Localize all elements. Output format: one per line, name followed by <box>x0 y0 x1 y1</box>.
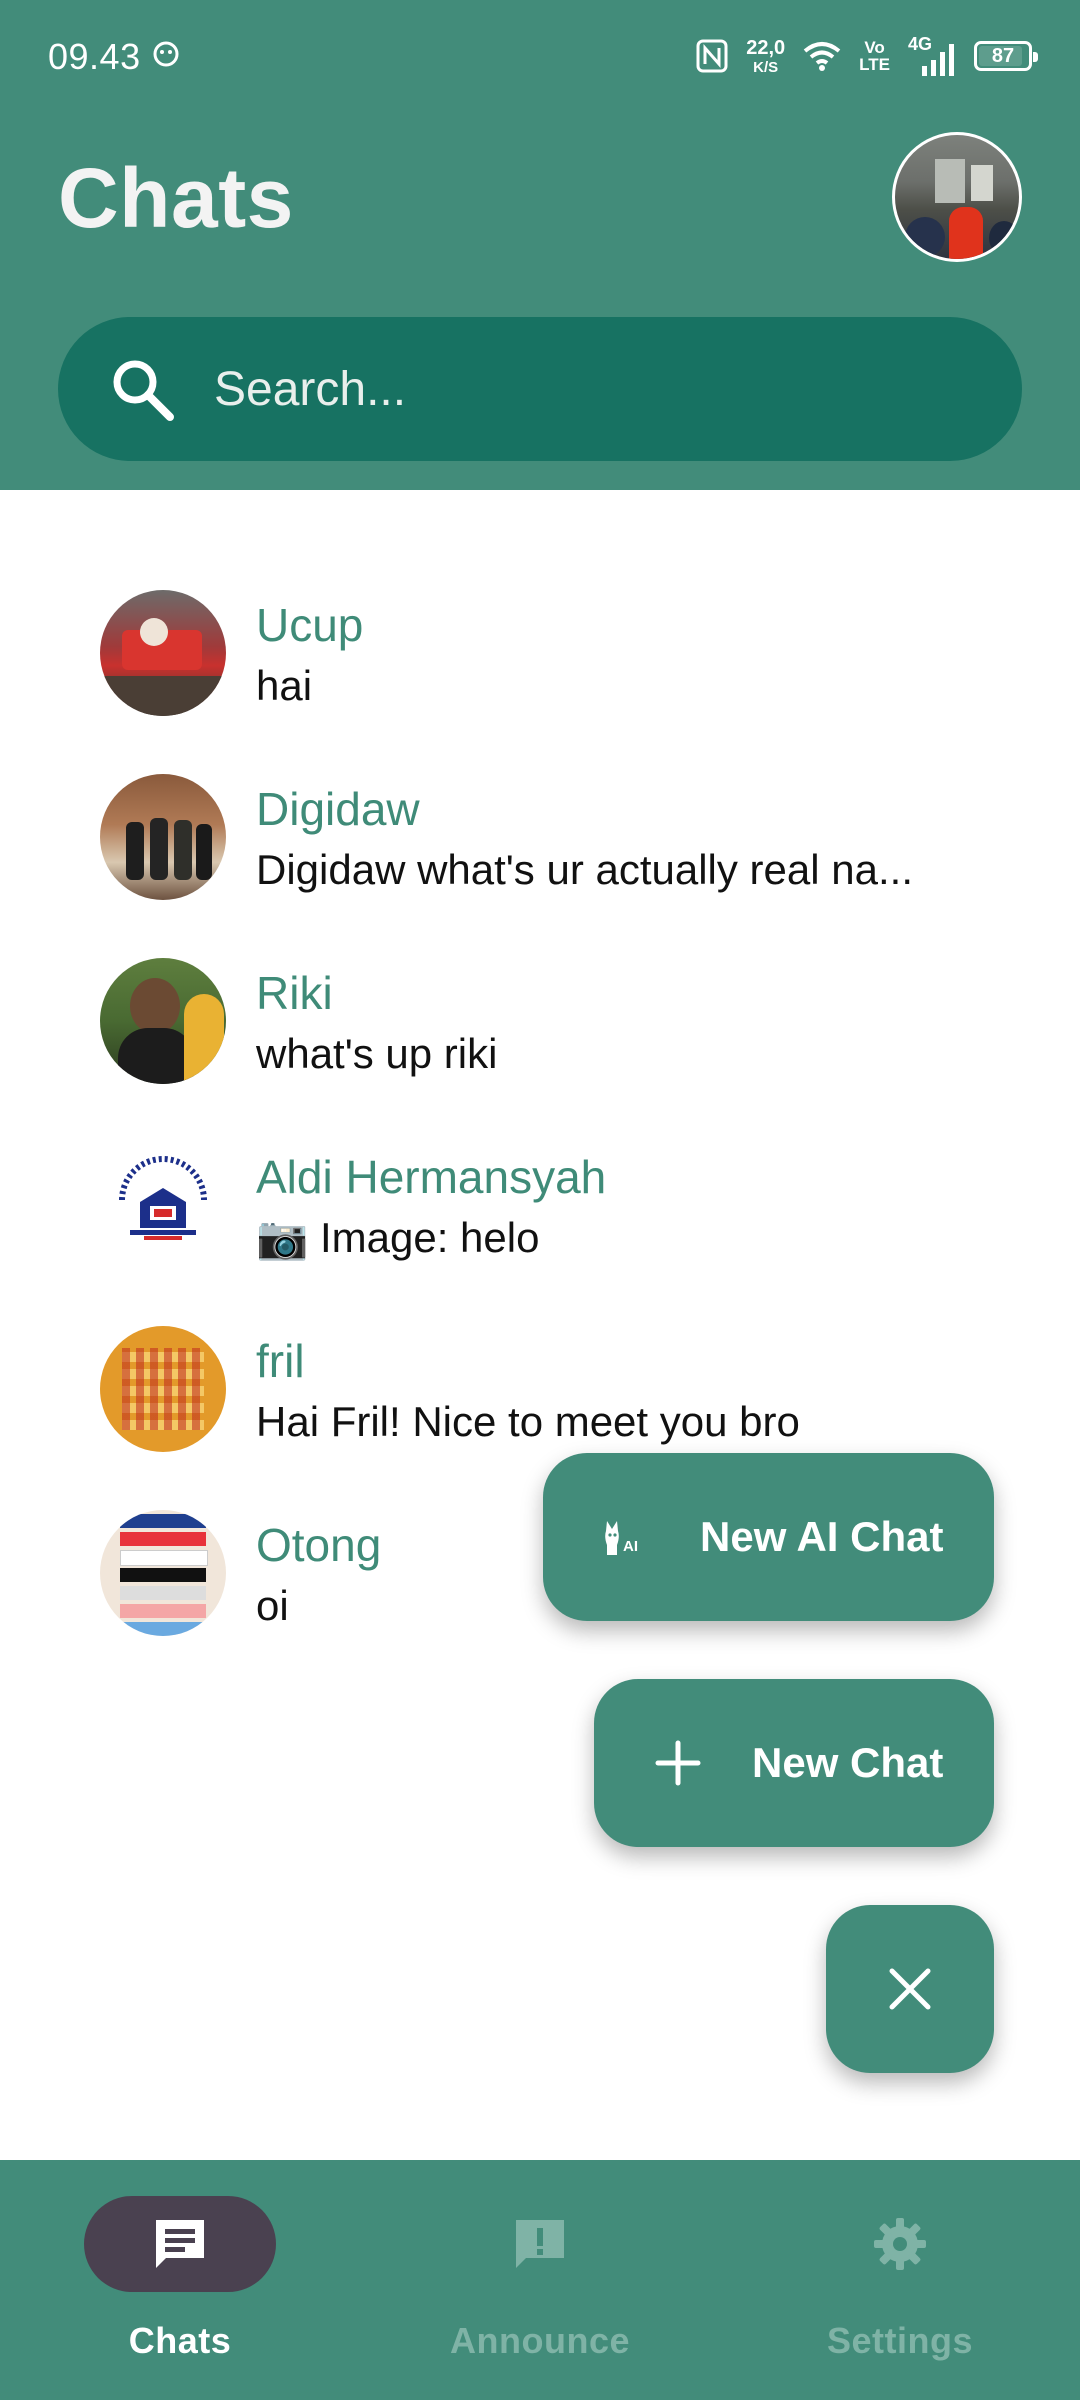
chat-preview: what's up riki <box>256 1030 498 1077</box>
new-chat-button[interactable]: New Chat <box>594 1679 994 1847</box>
network-speed: 22,0 K/S <box>746 38 785 75</box>
chat-preview: 📷 Image: helo <box>256 1214 540 1261</box>
nav-label: Chats <box>128 2320 232 2361</box>
gear-icon <box>874 2218 926 2270</box>
volte-bottom: LTE <box>859 55 890 74</box>
nav-item-chats[interactable]: Chats <box>0 2160 360 2400</box>
chat-name: Digidaw <box>256 783 420 835</box>
search-input[interactable] <box>214 317 974 461</box>
chat-preview: oi <box>256 1582 289 1629</box>
nav-item-settings[interactable]: Settings <box>720 2160 1080 2400</box>
close-fab-button[interactable] <box>826 1905 994 2073</box>
search-bar[interactable] <box>58 317 1022 461</box>
ai-bot-icon: AI <box>605 1521 638 1555</box>
speed-value: 22,0 <box>746 36 786 59</box>
bottom-navigation: Chats Announce Settings <box>0 2160 1080 2400</box>
chat-item-fril[interactable]: fril Hai Fril! Nice to meet you bro <box>0 1292 1080 1476</box>
chat-preview: Digidaw what's ur actually real na... <box>256 846 913 893</box>
avatar <box>100 958 226 1084</box>
page-title: Chats <box>58 151 294 245</box>
status-bar: 09.43 22,0 K/S Vo LTE 4G 87 <box>0 0 1080 112</box>
chat-preview: Hai Fril! Nice to meet you bro <box>256 1398 800 1445</box>
avatar <box>100 1326 226 1452</box>
avatar <box>100 1510 226 1636</box>
chat-item-digidaw[interactable]: Digidaw Digidaw what's ur actually real … <box>0 740 1080 924</box>
volte-top: Vo <box>864 38 885 57</box>
university-logo-icon <box>119 1156 207 1240</box>
new-chat-label: New Chat <box>752 1739 944 1786</box>
signal-bars-icon <box>922 44 954 76</box>
notification-face-icon <box>153 41 179 67</box>
close-icon <box>889 1968 931 2010</box>
chat-icon <box>156 2220 204 2268</box>
avatar <box>100 774 226 900</box>
nav-item-announce[interactable]: Announce <box>360 2160 720 2400</box>
avatar <box>100 590 226 716</box>
battery-level: 87 <box>991 44 1015 67</box>
plus-icon <box>655 1740 701 1786</box>
chat-name: fril <box>256 1335 305 1387</box>
new-ai-chat-label: New AI Chat <box>700 1513 944 1560</box>
chat-item-riki[interactable]: Riki what's up riki <box>0 924 1080 1108</box>
new-ai-chat-button[interactable]: AI New AI Chat <box>543 1453 994 1621</box>
cellular-signal: 4G <box>908 34 956 76</box>
speed-unit: K/S <box>753 58 779 76</box>
chat-item-ucup[interactable]: Ucup hai <box>0 556 1080 740</box>
battery-indicator: 87 <box>974 41 1038 71</box>
chat-name: Aldi Hermansyah <box>256 1151 607 1203</box>
status-time: 09.43 <box>48 36 141 77</box>
profile-avatar[interactable] <box>892 132 1022 262</box>
nav-label: Settings <box>826 2320 973 2361</box>
search-icon <box>113 360 174 421</box>
chat-name: Riki <box>256 967 333 1019</box>
avatar <box>100 1142 226 1268</box>
ai-icon-text: AI <box>623 1538 638 1555</box>
nav-label: Announce <box>450 2320 630 2361</box>
announce-icon <box>516 2220 564 2268</box>
volte-indicator: Vo LTE <box>859 39 890 73</box>
chat-preview: hai <box>256 662 313 709</box>
chat-item-aldi-hermansyah[interactable]: Aldi Hermansyah 📷 Image: helo <box>0 1108 1080 1292</box>
chat-name: Otong <box>256 1519 382 1571</box>
chat-name: Ucup <box>256 599 364 651</box>
app-header: 09.43 22,0 K/S Vo LTE 4G 87 Chats Search… <box>0 0 1080 490</box>
status-icons: 22,0 K/S Vo LTE 4G 87 <box>696 34 1038 78</box>
nfc-icon <box>696 39 728 73</box>
wifi-icon <box>803 42 841 71</box>
